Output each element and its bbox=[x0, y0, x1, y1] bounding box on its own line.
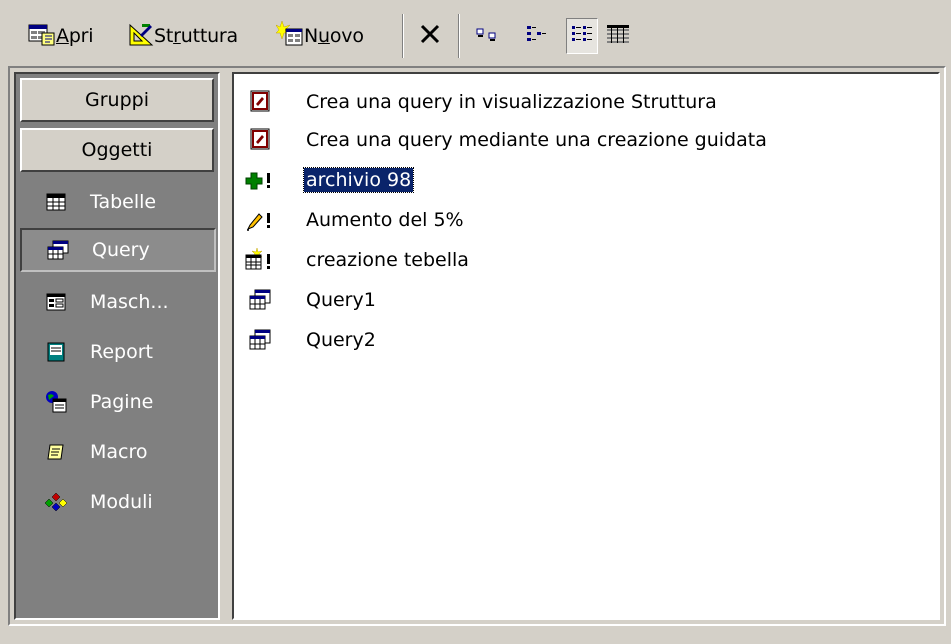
sidebar-item-label: Report bbox=[90, 341, 153, 363]
sidebar-item-label: Pagine bbox=[90, 391, 154, 413]
list-item-label: Crea una query in visualizzazione Strutt… bbox=[306, 91, 717, 113]
new-icon bbox=[275, 19, 304, 52]
sidebar-item-label: Moduli bbox=[90, 491, 153, 513]
open-label: pri bbox=[68, 25, 94, 47]
page-icon bbox=[38, 390, 74, 414]
design-label-pre: St bbox=[154, 25, 174, 47]
select-query-icon bbox=[242, 325, 278, 355]
sidebar-item-tabelle[interactable]: Tabelle bbox=[20, 180, 216, 224]
sidebar-item-maschere[interactable]: Masch... bbox=[20, 280, 216, 324]
report-icon bbox=[38, 342, 74, 362]
sidebar-item-label: Masch... bbox=[90, 291, 169, 313]
sidebar-item-moduli[interactable]: Moduli bbox=[20, 480, 216, 524]
list-icon bbox=[569, 23, 595, 50]
make-table-query-icon bbox=[242, 245, 278, 275]
new-label-pre: N bbox=[304, 25, 319, 47]
module-icon bbox=[38, 491, 74, 513]
design-label-mnemonic: r bbox=[173, 25, 181, 47]
list-item-label: Query2 bbox=[306, 329, 376, 351]
query-icon bbox=[40, 240, 76, 260]
toolbar-separator bbox=[458, 14, 460, 58]
list-item[interactable]: Crea una query in visualizzazione Strutt… bbox=[242, 84, 719, 120]
design-icon bbox=[128, 21, 154, 52]
design-button[interactable]: Struttura bbox=[128, 16, 238, 56]
groups-button[interactable]: Gruppi bbox=[20, 78, 214, 122]
groups-label: Gruppi bbox=[85, 89, 149, 111]
open-label-mnemonic: A bbox=[56, 25, 69, 47]
sidebar-item-query[interactable]: Query bbox=[20, 228, 216, 272]
sidebar-item-label: Macro bbox=[90, 441, 148, 463]
objects-button[interactable]: Oggetti bbox=[20, 128, 214, 172]
update-query-icon bbox=[242, 205, 278, 235]
list-item-label: creazione tebella bbox=[306, 249, 469, 271]
sidebar-item-pagine[interactable]: Pagine bbox=[20, 380, 216, 424]
new-button[interactable]: Nuovo bbox=[275, 16, 364, 56]
small-icons-icon bbox=[523, 23, 549, 50]
wizard-icon bbox=[242, 125, 278, 155]
list-item-label: archivio 98 bbox=[302, 167, 415, 193]
open-button[interactable]: Apri bbox=[28, 16, 94, 56]
list-item[interactable]: Query1 bbox=[242, 282, 378, 318]
table-icon bbox=[38, 193, 74, 211]
delete-button[interactable] bbox=[414, 18, 446, 54]
details-button[interactable] bbox=[602, 18, 634, 54]
list-item[interactable]: creazione tebella bbox=[242, 242, 471, 278]
new-label-mnemonic: u bbox=[318, 25, 330, 47]
objects-bar: Gruppi Oggetti Tabelle Query Masch... Re… bbox=[14, 72, 220, 620]
list-item[interactable]: Aumento del 5% bbox=[242, 202, 466, 238]
list-item[interactable]: Crea una query mediante una creazione gu… bbox=[242, 122, 769, 158]
object-list: Crea una query in visualizzazione Strutt… bbox=[232, 72, 940, 620]
objects-label: Oggetti bbox=[81, 139, 153, 161]
list-item-label: Crea una query mediante una creazione gu… bbox=[306, 129, 767, 151]
sidebar-item-label: Query bbox=[92, 239, 150, 261]
list-item-label: Query1 bbox=[306, 289, 376, 311]
toolbar-separator bbox=[402, 14, 404, 58]
wizard-icon bbox=[242, 87, 278, 117]
list-item[interactable]: Query2 bbox=[242, 322, 378, 358]
macro-icon bbox=[38, 442, 74, 462]
open-icon bbox=[28, 21, 56, 52]
append-query-icon bbox=[242, 165, 278, 195]
list-item-label: Aumento del 5% bbox=[306, 209, 464, 231]
select-query-icon bbox=[242, 285, 278, 315]
list-item[interactable]: archivio 98 bbox=[242, 162, 415, 198]
design-label: uttura bbox=[180, 25, 238, 47]
large-icons-icon bbox=[475, 23, 501, 50]
sidebar-item-macro[interactable]: Macro bbox=[20, 430, 216, 474]
new-label: ovo bbox=[329, 25, 364, 47]
delete-icon bbox=[419, 23, 441, 50]
list-button[interactable] bbox=[566, 18, 598, 54]
sidebar-item-report[interactable]: Report bbox=[20, 330, 216, 374]
sidebar-item-label: Tabelle bbox=[90, 191, 157, 213]
details-icon bbox=[605, 23, 631, 50]
large-icons-button[interactable] bbox=[472, 18, 504, 54]
form-icon bbox=[38, 293, 74, 311]
small-icons-button[interactable] bbox=[520, 18, 552, 54]
